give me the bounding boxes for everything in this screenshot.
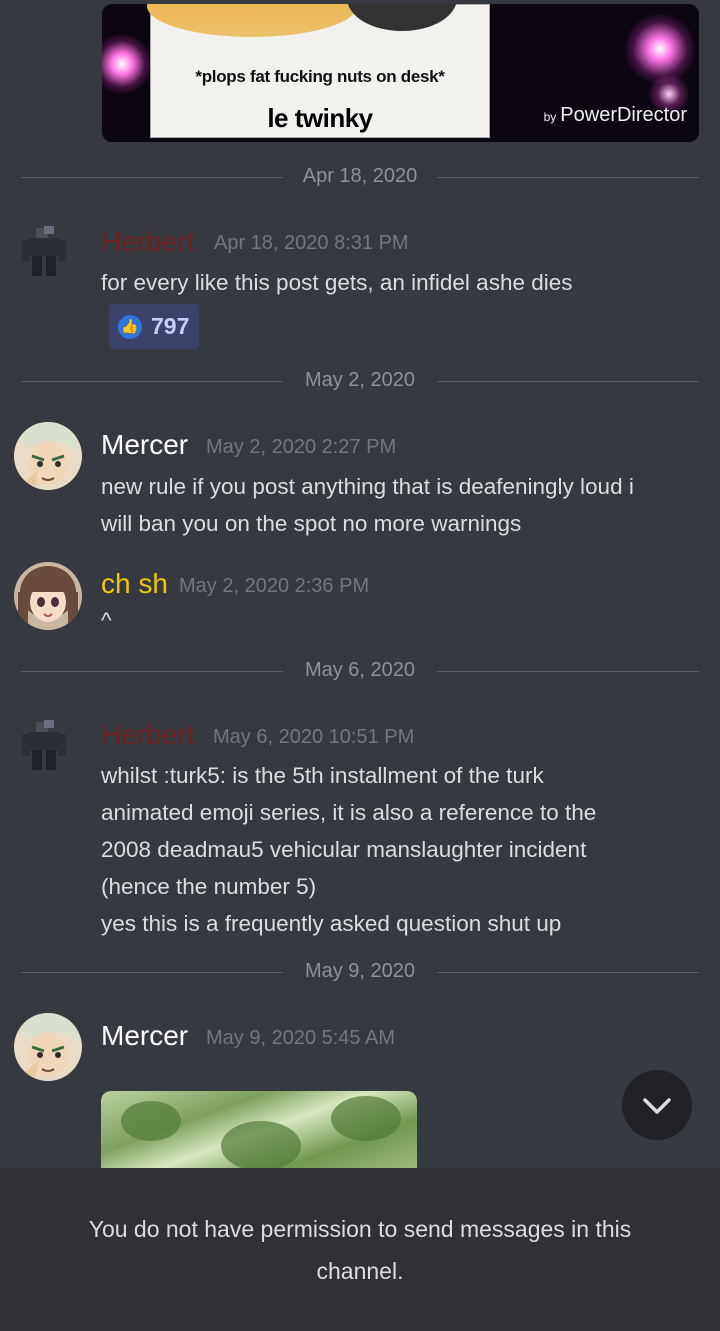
message-line: will ban you on the spot no more warning… [101,511,522,536]
message-text: for every like this post gets, an infide… [101,264,701,301]
message-line: whilst :turk5: is the 5th installment of… [101,763,544,788]
avatar[interactable] [14,712,82,780]
date-separator: May 9, 2020 [21,960,699,984]
message-line: 2008 deadmau5 vehicular manslaughter inc… [101,837,587,862]
reaction-button[interactable]: 👍 797 [109,304,199,349]
no-permission-banner: You do not have permission to send messa… [0,1168,720,1331]
author-name[interactable]: Herbert [101,226,194,258]
chevron-down-icon [643,1098,671,1114]
date-separator-label: May 6, 2020 [290,659,430,681]
message-line: yes this is a frequently asked question … [101,911,562,936]
message-timestamp: Apr 18, 2020 8:31 PM [214,232,409,254]
message-timestamp: May 2, 2020 2:27 PM [206,436,397,458]
author-name[interactable]: ch sh [101,568,168,600]
date-separator-label: Apr 18, 2020 [288,165,432,187]
frame-object [347,4,457,31]
message-text: whilst :turk5: is the 5th installment of… [101,757,701,942]
avatar[interactable] [14,422,82,490]
avatar[interactable] [14,218,82,286]
foliage-decoration [221,1121,301,1168]
sparkle-decoration [625,14,695,84]
message-timestamp: May 6, 2020 10:51 PM [213,726,415,748]
message-line: ^ [101,608,112,633]
video-caption-top: *plops fat fucking nuts on desk* [195,67,445,86]
author-name[interactable]: Mercer [101,429,188,461]
video-caption-bottom: le twinky [267,103,373,133]
author-name[interactable]: Herbert [101,719,194,751]
reaction-count: 797 [151,313,190,339]
avatar[interactable] [14,1013,82,1081]
date-separator-label: May 9, 2020 [290,960,430,982]
message-text: ^ [101,602,701,639]
foliage-decoration [331,1096,401,1141]
message-line: new rule if you post anything that is de… [101,474,634,499]
image-attachment[interactable] [101,1091,417,1168]
message-line: animated emoji series, it is also a refe… [101,800,597,825]
message-line: for every like this post gets, an infide… [101,270,573,295]
video-watermark: by PowerDirector [543,104,687,126]
foliage-decoration [121,1101,181,1141]
avatar[interactable] [14,562,82,630]
date-separator: May 2, 2020 [21,369,699,393]
video-embed[interactable]: *plops fat fucking nuts on desk* le twin… [102,4,699,142]
date-separator: Apr 18, 2020 [21,165,699,189]
message-timestamp: May 2, 2020 2:36 PM [179,575,370,597]
video-frame: *plops fat fucking nuts on desk* le twin… [147,4,490,138]
message-text: new rule if you post anything that is de… [101,468,701,542]
date-separator-label: May 2, 2020 [290,369,430,391]
author-name[interactable]: Mercer [101,1020,188,1052]
message-line: (hence the number 5) [101,874,317,899]
message-list[interactable]: *plops fat fucking nuts on desk* le twin… [0,0,720,1168]
no-permission-text: You do not have permission to send messa… [88,1216,632,1284]
twinkie-image [147,4,357,37]
sparkle-decoration [102,34,152,94]
date-separator: May 6, 2020 [21,659,699,683]
thumbs-up-icon: 👍 [118,315,142,339]
message-timestamp: May 9, 2020 5:45 AM [206,1027,396,1049]
jump-to-present-button[interactable] [622,1070,692,1140]
